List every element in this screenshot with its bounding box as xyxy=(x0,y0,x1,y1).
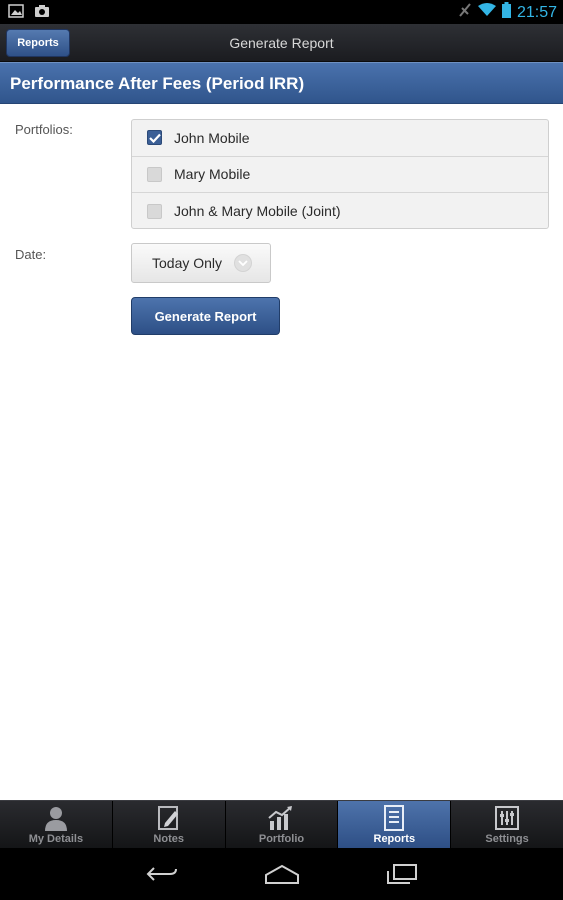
checkbox-unchecked[interactable] xyxy=(147,166,162,182)
portfolio-option-mary[interactable]: Mary Mobile xyxy=(132,157,548,194)
tab-bar: My Details Notes Portfolio Reports Setti… xyxy=(0,800,563,848)
clock: 21:57 xyxy=(516,3,557,21)
portfolio-list: John Mobile Mary Mobile John & Mary Mobi… xyxy=(131,119,549,229)
home-icon[interactable] xyxy=(262,860,302,888)
tab-label: Notes xyxy=(153,833,184,845)
no-signal-icon xyxy=(458,2,472,23)
report-icon xyxy=(380,804,408,832)
reports-back-button[interactable]: Reports xyxy=(6,29,70,57)
date-label: Date: xyxy=(15,247,47,262)
action-bar: Generate Report Reports xyxy=(0,24,563,62)
system-nav-bar xyxy=(0,848,563,900)
tab-my-details[interactable]: My Details xyxy=(0,801,113,848)
tab-label: Reports xyxy=(373,833,416,845)
notes-icon xyxy=(155,804,183,832)
portfolio-label: John & Mary Mobile (Joint) xyxy=(174,203,341,220)
wifi-icon xyxy=(477,3,496,22)
generate-report-button[interactable]: Generate Report xyxy=(131,297,280,335)
battery-icon xyxy=(501,2,511,23)
portfolio-label: Mary Mobile xyxy=(174,166,251,183)
tab-label: Portfolio xyxy=(258,833,305,845)
portfolio-label: John Mobile xyxy=(174,129,250,146)
chart-icon xyxy=(267,804,295,832)
check-icon xyxy=(148,133,161,143)
checkbox-checked[interactable] xyxy=(147,130,162,146)
page-title: Performance After Fees (Period IRR) xyxy=(0,62,563,104)
person-icon xyxy=(42,804,70,832)
date-select-value: Today Only xyxy=(152,255,223,271)
tab-label: Settings xyxy=(485,833,529,845)
recents-icon[interactable] xyxy=(382,860,422,888)
tab-notes[interactable]: Notes xyxy=(113,801,226,848)
camera-icon xyxy=(34,4,50,23)
status-bar: 21:57 xyxy=(0,0,563,24)
sliders-icon xyxy=(493,804,521,832)
portfolio-option-joint[interactable]: John & Mary Mobile (Joint) xyxy=(132,193,548,230)
chevron-down-icon xyxy=(234,254,253,272)
back-icon[interactable] xyxy=(142,860,182,888)
portfolios-label: Portfolios: xyxy=(15,122,73,137)
screen-title: Generate Report xyxy=(229,35,334,51)
tab-reports[interactable]: Reports xyxy=(338,801,452,848)
tab-label: My Details xyxy=(28,833,84,845)
picture-icon xyxy=(8,4,24,23)
date-select[interactable]: Today Only xyxy=(131,243,271,283)
portfolio-option-john[interactable]: John Mobile xyxy=(132,120,548,157)
tab-portfolio[interactable]: Portfolio xyxy=(226,801,339,848)
tab-settings[interactable]: Settings xyxy=(451,801,563,848)
checkbox-unchecked[interactable] xyxy=(147,203,162,219)
